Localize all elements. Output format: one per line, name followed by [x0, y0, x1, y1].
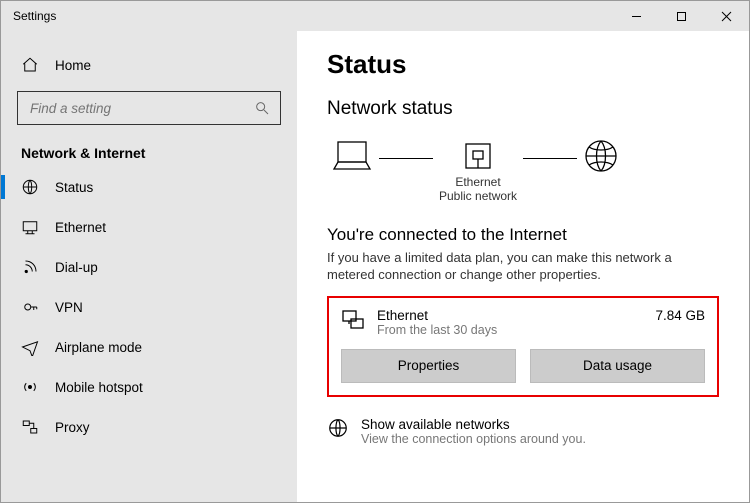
proxy-icon: [21, 418, 39, 436]
sidebar-item-proxy[interactable]: Proxy: [1, 407, 297, 447]
sidebar-item-label: Status: [55, 180, 93, 195]
sidebar-item-vpn[interactable]: VPN: [1, 287, 297, 327]
window-title: Settings: [1, 9, 56, 23]
status-icon: [21, 178, 39, 196]
network-usage: 7.84 GB: [655, 308, 705, 323]
available-sub: View the connection options around you.: [361, 432, 586, 446]
network-sublabel: From the last 30 days: [377, 323, 497, 337]
sidebar-item-ethernet[interactable]: Ethernet: [1, 207, 297, 247]
properties-button-label: Properties: [398, 358, 460, 373]
globe-icon: [583, 138, 619, 174]
airplane-icon: [21, 338, 39, 356]
close-button[interactable]: [704, 1, 749, 31]
maximize-button[interactable]: [659, 1, 704, 31]
sidebar-item-status[interactable]: Status: [1, 167, 297, 207]
connected-heading: You're connected to the Internet: [327, 225, 719, 245]
data-usage-button-label: Data usage: [583, 358, 652, 373]
diagram-adapter-label1: Ethernet: [455, 175, 500, 189]
settings-window: Settings Home: [0, 0, 750, 503]
show-available-networks[interactable]: Show available networks View the connect…: [327, 417, 719, 446]
minimize-button[interactable]: [614, 1, 659, 31]
diagram-computer: [331, 139, 373, 206]
available-title: Show available networks: [361, 417, 586, 432]
vpn-icon: [21, 298, 39, 316]
sidebar-item-airplane[interactable]: Airplane mode: [1, 327, 297, 367]
sidebar-item-label: Mobile hotspot: [55, 380, 143, 395]
sidebar-item-dialup[interactable]: Dial-up: [1, 247, 297, 287]
search-input[interactable]: [28, 100, 254, 117]
ethernet-icon: [21, 218, 39, 236]
page-title: Status: [327, 49, 719, 80]
diagram-adapter: Ethernet Public network: [439, 141, 517, 204]
hotspot-icon: [21, 378, 39, 396]
sidebar: Home Network & Internet Status: [1, 31, 297, 502]
network-diagram: Ethernet Public network: [327, 134, 719, 211]
sidebar-item-hotspot[interactable]: Mobile hotspot: [1, 367, 297, 407]
network-card: Ethernet From the last 30 days 7.84 GB P…: [327, 296, 719, 397]
properties-button[interactable]: Properties: [341, 349, 516, 383]
search-icon: [254, 100, 270, 116]
sidebar-item-label: VPN: [55, 300, 83, 315]
diagram-internet: [583, 138, 619, 207]
home-label: Home: [55, 58, 91, 73]
network-name: Ethernet: [377, 308, 497, 323]
section-heading: Network status: [327, 98, 719, 120]
sidebar-item-label: Dial-up: [55, 260, 98, 275]
data-usage-button[interactable]: Data usage: [530, 349, 705, 383]
network-card-icon: [341, 308, 365, 335]
dialup-icon: [21, 258, 39, 276]
sidebar-section-header: Network & Internet: [1, 135, 297, 167]
sidebar-item-label: Ethernet: [55, 220, 106, 235]
home-icon: [21, 56, 39, 74]
diagram-adapter-label2: Public network: [439, 189, 517, 203]
search-box[interactable]: [17, 91, 281, 125]
home-nav[interactable]: Home: [1, 45, 297, 85]
content-area: Status Network status: [297, 31, 749, 502]
sidebar-item-label: Proxy: [55, 420, 90, 435]
ethernet-adapter-icon: [463, 141, 493, 171]
laptop-icon: [331, 139, 373, 173]
sidebar-item-label: Airplane mode: [55, 340, 142, 355]
globe-icon: [327, 417, 349, 442]
connected-description: If you have a limited data plan, you can…: [327, 249, 697, 284]
titlebar: Settings: [1, 1, 749, 31]
